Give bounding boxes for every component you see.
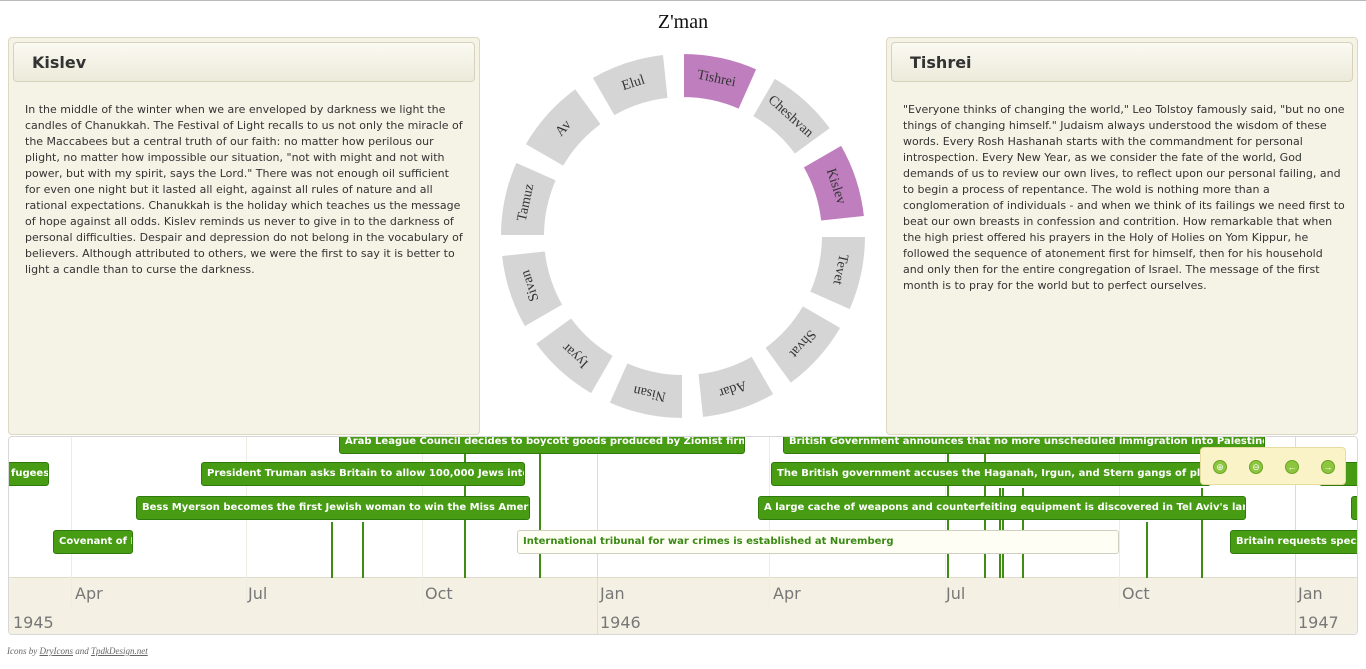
credits-and: and [75, 646, 89, 656]
month-segment-cheshvan[interactable]: Cheshvan [751, 76, 833, 156]
event-marker [1146, 522, 1148, 578]
timeline-date-band[interactable] [9, 577, 1357, 634]
timeline-month-label: Oct [425, 584, 453, 603]
timeline[interactable]: Apr Jul Oct Jan Apr Jul Oct Jan 1945 194… [8, 436, 1358, 635]
credits-prefix: Icons by [7, 646, 38, 656]
month-segment-nisan[interactable]: Nisan [607, 361, 684, 420]
zoom-out-icon[interactable]: ⊖ [1249, 460, 1263, 474]
dryicons-link[interactable]: DryIcons [40, 646, 74, 656]
app-title: Z'man [657, 11, 709, 33]
right-panel-title: Tishrei [910, 53, 972, 72]
month-segment-tishrei[interactable]: Tishrei [682, 52, 759, 111]
timeline-event[interactable]: British Government announces that no mor… [783, 437, 1265, 454]
month-segment-sivan[interactable]: Sivan [500, 249, 565, 329]
timeline-event[interactable]: President Truman asks Britain to allow 1… [201, 462, 525, 486]
month-segment-elul[interactable]: Elul [590, 53, 670, 118]
timeline-event[interactable]: Britain requests special se [1230, 530, 1357, 554]
timeline-month-label: Apr [773, 584, 801, 603]
arrow-left-icon[interactable]: ← [1285, 460, 1299, 474]
timeline-event[interactable]: Bess Myerson becomes the first Jewish wo… [136, 496, 530, 520]
month-segment-tamuz[interactable]: Tamuz [499, 160, 558, 237]
month-segment-shvat[interactable]: Shvat [763, 304, 843, 386]
timeline-month-label: Jul [248, 584, 268, 603]
grid-line [71, 437, 72, 607]
timeline-year-label: 1946 [600, 613, 641, 632]
month-segment-kislev[interactable]: Kislev [801, 143, 866, 223]
timeline-month-label: Oct [1122, 584, 1150, 603]
event-marker [331, 522, 333, 578]
timeline-month-label: Jan [600, 584, 625, 603]
timeline-month-label: Jul [946, 584, 966, 603]
timeline-month-label: Apr [75, 584, 103, 603]
left-panel-header: Kislev [13, 42, 475, 82]
timeline-event[interactable]: Arab League Council decides to boycott g… [339, 437, 745, 454]
event-marker [539, 454, 541, 578]
timeline-event[interactable] [1351, 496, 1357, 520]
right-panel-text: "Everyone thinks of changing the world,"… [903, 103, 1345, 292]
grid-line [769, 437, 770, 607]
month-segment-av[interactable]: Av [523, 86, 603, 168]
timeline-year-label: 1947 [1298, 613, 1339, 632]
arrow-right-icon[interactable]: → [1321, 460, 1335, 474]
timeline-event[interactable]: fugees [9, 462, 49, 486]
timeline-event[interactable]: Covenant of Le [53, 530, 133, 554]
month-segment-iyyar[interactable]: Iyyar [533, 316, 615, 396]
zoom-in-icon[interactable]: ⊕ [1213, 460, 1227, 474]
month-wheel: TishreiCheshvanKislev TevetShvatAdarNisan… [499, 52, 867, 420]
timeline-year-label: 1945 [13, 613, 54, 632]
timeline-event-highlighted[interactable]: International tribunal for war crimes is… [517, 530, 1119, 554]
left-panel-text: In the middle of the winter when we are … [25, 103, 463, 276]
timeline-event[interactable]: The British government accuses the Hagan… [771, 462, 1211, 486]
timeline-event[interactable]: A large cache of weapons and counterfeit… [758, 496, 1246, 520]
month-segment-adar[interactable]: Adar [696, 354, 776, 419]
tpdkdesign-link[interactable]: TpdkDesign.net [91, 646, 148, 656]
timeline-controls: ⊕ ⊖ ← → [1200, 447, 1346, 485]
right-month-panel: Tishrei "Everyone thinks of changing the… [886, 37, 1358, 435]
icon-credits: Icons by DryIcons and TpdkDesign.net [7, 646, 148, 656]
event-marker [362, 522, 364, 578]
left-panel-title: Kislev [32, 53, 87, 72]
month-segment-tevet[interactable]: Tevet [808, 235, 867, 312]
timeline-month-label: Jan [1298, 584, 1323, 603]
left-month-panel: Kislev In the middle of the winter when … [8, 37, 480, 435]
right-panel-header: Tishrei [891, 42, 1353, 82]
